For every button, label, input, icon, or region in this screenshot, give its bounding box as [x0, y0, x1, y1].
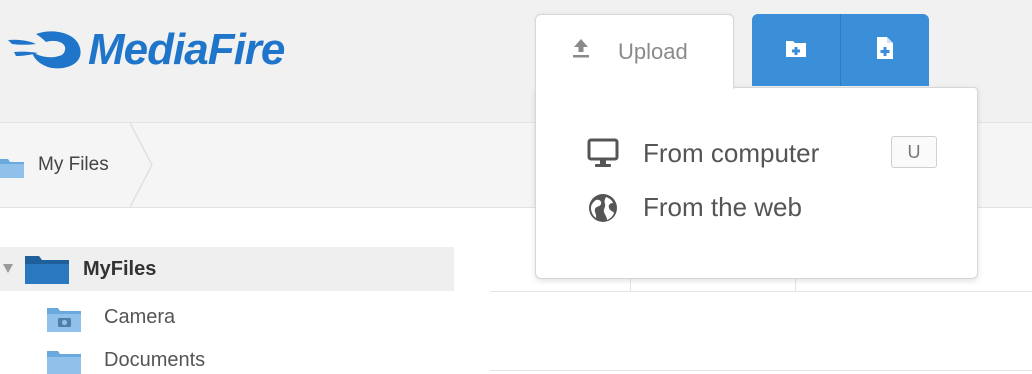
menu-item-label: From the web: [643, 192, 802, 222]
tree-item-camera[interactable]: Camera: [47, 304, 447, 334]
mediafire-page: MediaFire Upload My Files MyFiles Camera…: [0, 0, 1032, 374]
menu-item-from-the-web[interactable]: From the web: [586, 188, 946, 228]
tree-item-myfiles[interactable]: MyFiles: [0, 247, 454, 291]
tree-item-label: Camera: [104, 306, 176, 328]
upload-label: Upload: [618, 39, 688, 64]
shortcut-key-badge: U: [891, 136, 937, 168]
menu-item-label: From computer: [643, 138, 820, 168]
breadcrumb-label: My Files: [38, 154, 109, 175]
tree-item-label: MyFiles: [83, 258, 157, 280]
table-divider: [490, 291, 1032, 292]
globe-icon: [586, 191, 620, 230]
tree-item-label: Documents: [104, 349, 206, 371]
new-folder-icon: [785, 38, 807, 63]
camera-folder-icon: [47, 306, 81, 337]
tree-item-documents[interactable]: Documents: [47, 347, 447, 374]
breadcrumb-separator: [130, 123, 153, 207]
upload-dropdown-menu: From computer U From the web: [535, 87, 978, 279]
new-file-icon: [876, 36, 894, 65]
breadcrumb-item-my-files[interactable]: My Files: [0, 123, 158, 207]
table-divider: [490, 370, 1032, 371]
logo-text: MediaFire: [88, 25, 285, 74]
folder-icon: [0, 156, 24, 183]
monitor-icon: [586, 137, 620, 174]
upload-tab[interactable]: Upload: [535, 14, 734, 89]
new-file-button[interactable]: [841, 14, 929, 86]
folder-icon: [47, 349, 81, 374]
upload-icon: [570, 37, 592, 64]
mediafire-logo[interactable]: MediaFire: [6, 20, 285, 80]
mediafire-flame-icon: [8, 31, 81, 69]
new-folder-button[interactable]: [752, 14, 841, 86]
folder-open-icon: [25, 254, 69, 289]
expand-caret-icon[interactable]: [3, 264, 13, 273]
